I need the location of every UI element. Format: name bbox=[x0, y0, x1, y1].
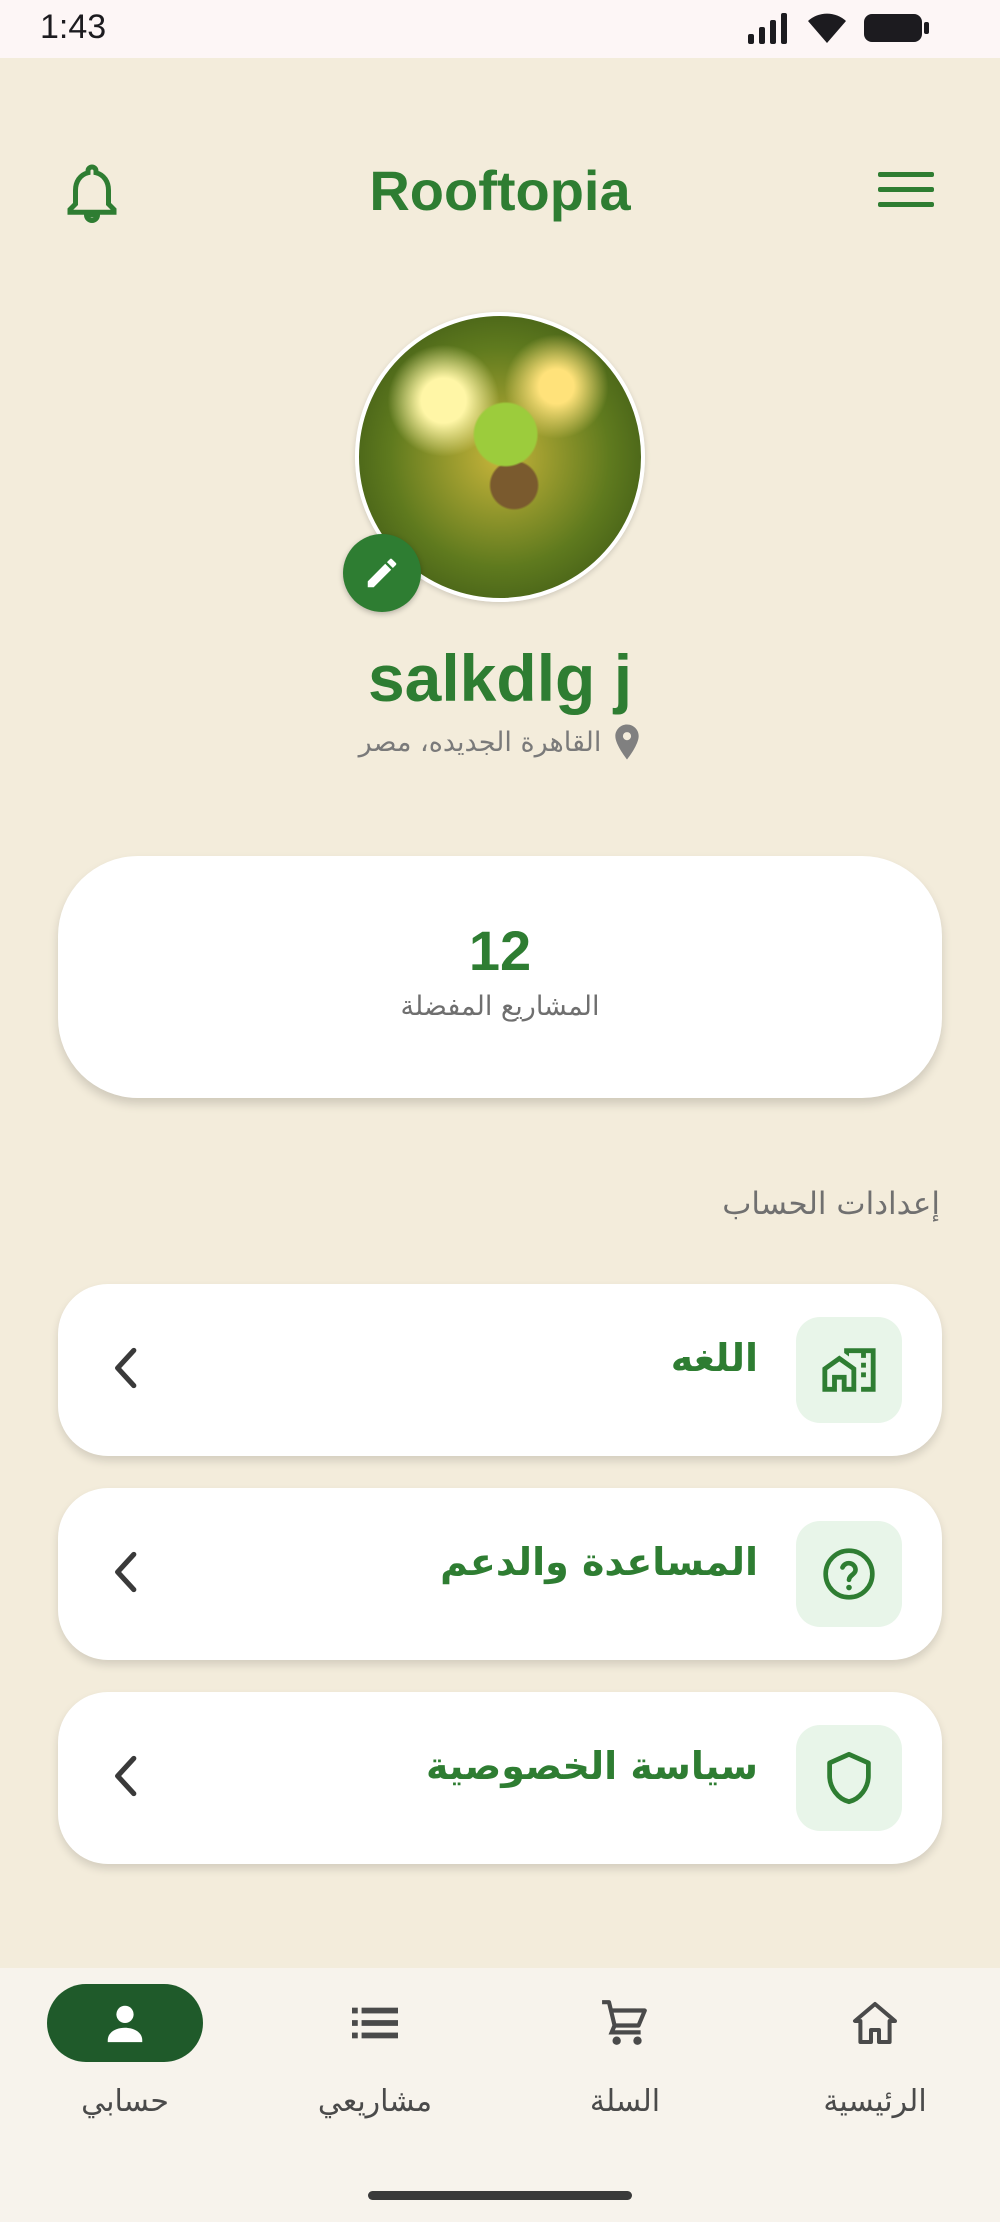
settings-item-label: سياسة الخصوصية bbox=[425, 1744, 758, 1788]
nav-pill bbox=[297, 1984, 453, 2062]
home-work-icon bbox=[822, 1348, 876, 1392]
nav-item-my-projects[interactable]: مشاريعي bbox=[250, 1984, 500, 2164]
favorite-projects-card[interactable]: 12 المشاريع المفضلة bbox=[58, 856, 942, 1098]
location-pin-icon bbox=[615, 724, 640, 760]
home-indicator bbox=[368, 2191, 632, 2200]
status-icons bbox=[746, 12, 930, 44]
settings-item-label: المساعدة والدعم bbox=[440, 1540, 758, 1584]
nav-label: حسابي bbox=[81, 2084, 169, 2119]
nav-item-my-account[interactable]: حسابي bbox=[0, 1984, 250, 2164]
status-bar: 1:43 bbox=[0, 0, 1000, 58]
settings-item-privacy-policy[interactable]: سياسة الخصوصية bbox=[58, 1692, 942, 1864]
status-time: 1:43 bbox=[40, 8, 107, 46]
chevron-left-icon bbox=[115, 1551, 137, 1593]
user-location: القاهرة الجديده، مصر bbox=[0, 724, 1000, 760]
app-title: Rooftopia bbox=[369, 159, 631, 222]
nav-pill bbox=[47, 1984, 203, 2062]
wifi-icon bbox=[808, 13, 846, 43]
nav-pill bbox=[797, 1984, 953, 2062]
person-icon bbox=[107, 2005, 143, 2043]
nav-pill bbox=[547, 1984, 703, 2062]
favorite-projects-label: المشاريع المفضلة bbox=[400, 991, 600, 1022]
settings-icon-box bbox=[796, 1725, 902, 1831]
signal-icon bbox=[748, 13, 787, 44]
location-text: القاهرة الجديده، مصر bbox=[358, 726, 602, 758]
favorite-projects-count: 12 bbox=[468, 919, 532, 982]
chevron-left-icon bbox=[115, 1755, 137, 1797]
nav-label: الرئيسية bbox=[823, 2084, 927, 2119]
settings-icon-box bbox=[796, 1521, 902, 1627]
edit-avatar-button[interactable] bbox=[343, 534, 421, 612]
home-icon bbox=[853, 2002, 897, 2044]
settings-item-help-support[interactable]: المساعدة والدعم bbox=[58, 1488, 942, 1660]
list-icon bbox=[352, 2007, 398, 2039]
cart-icon bbox=[602, 2000, 647, 2045]
pencil-icon bbox=[367, 558, 397, 588]
settings-item-language[interactable]: اللغه bbox=[58, 1284, 942, 1456]
bottom-navigation: حسابي مشاريعي السلة الرئيسية bbox=[0, 1968, 1000, 2222]
settings-icon-box bbox=[796, 1317, 902, 1423]
nav-item-cart[interactable]: السلة bbox=[500, 1984, 750, 2164]
help-circle-icon bbox=[823, 1548, 875, 1600]
nav-label: السلة bbox=[589, 2084, 661, 2119]
nav-item-home[interactable]: الرئيسية bbox=[750, 1984, 1000, 2164]
account-settings-title: إعدادات الحساب bbox=[722, 1186, 940, 1222]
top-app-bar: Rooftopia bbox=[0, 140, 1000, 240]
chevron-left-icon bbox=[115, 1347, 137, 1389]
shield-icon bbox=[827, 1751, 871, 1805]
hamburger-menu-icon bbox=[878, 172, 934, 207]
settings-item-label: اللغه bbox=[670, 1336, 758, 1380]
nav-label: مشاريعي bbox=[317, 2084, 433, 2119]
battery-icon bbox=[864, 14, 929, 42]
profile-avatar-container bbox=[343, 312, 645, 612]
user-name: salkdlg j bbox=[367, 641, 633, 715]
menu-button[interactable] bbox=[878, 170, 934, 214]
